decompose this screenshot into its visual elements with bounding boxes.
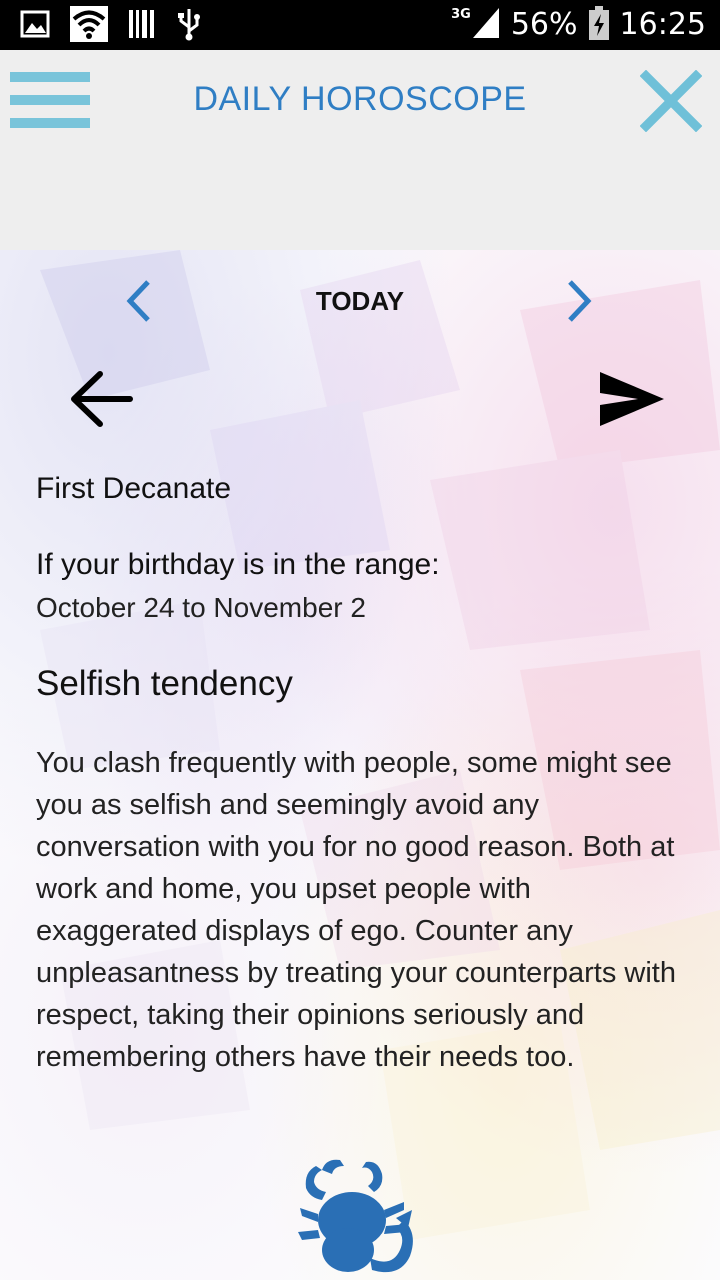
horoscope-headline: Selfish tendency (36, 664, 293, 703)
clock: 16:25 (619, 7, 706, 42)
status-bar: 3G 56% 16:25 (0, 0, 720, 50)
horoscope-body: You clash frequently with people, some m… (36, 747, 676, 1073)
close-icon[interactable] (639, 69, 703, 133)
day-label: TODAY (315, 286, 405, 316)
battery-percent: 56% (510, 7, 578, 42)
battery-icon (588, 5, 610, 45)
arrow-left-icon[interactable] (68, 368, 134, 430)
send-icon[interactable] (598, 368, 666, 430)
scorpio-icon (296, 1158, 424, 1280)
wifi-icon (70, 6, 108, 46)
app-header: DAILY HOROSCOPE (0, 50, 720, 250)
signal-icon (471, 6, 501, 44)
horoscope-content: TODAY First Decanate If your birthday is… (0, 250, 720, 1280)
birthday-range-value: October 24 to November 2 (36, 592, 366, 623)
image-icon (20, 9, 50, 43)
usb-icon (176, 7, 202, 45)
page-title: DAILY HOROSCOPE (193, 80, 527, 118)
chevron-right-icon[interactable] (562, 278, 598, 324)
birthday-range-label: If your birthday is in the range: (36, 548, 440, 581)
network-type: 3G (451, 7, 471, 22)
decanate-title: First Decanate (36, 472, 232, 505)
barcode-icon (128, 8, 156, 44)
